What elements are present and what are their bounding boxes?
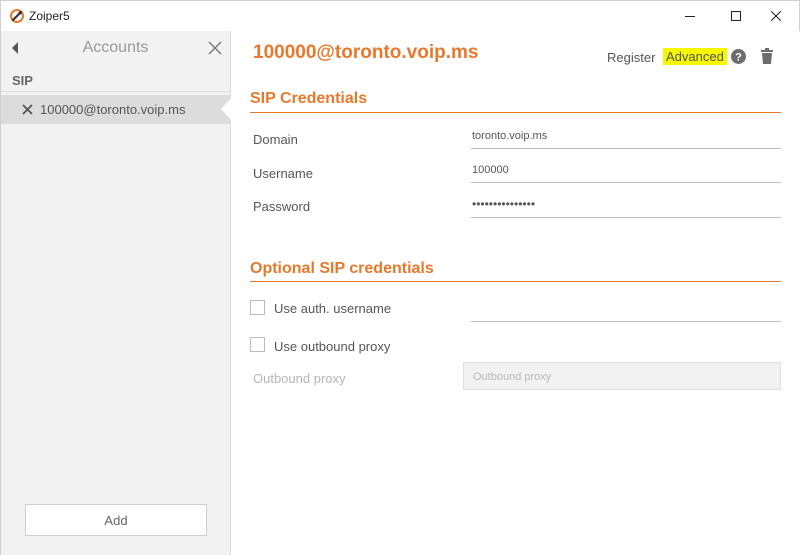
account-list-item[interactable]: 100000@toronto.voip.ms: [1, 95, 230, 124]
optional-credentials-heading: Optional SIP credentials: [250, 260, 434, 277]
sidebar-title: Accounts: [82, 39, 149, 56]
sidebar-header: Accounts: [1, 31, 230, 65]
sip-credentials-rule: [250, 112, 781, 113]
password-field[interactable]: •••••••••••••••: [471, 196, 781, 218]
use-auth-username-checkbox[interactable]: [250, 300, 265, 315]
account-title: 100000@toronto.voip.ms: [253, 42, 479, 63]
optional-credentials-rule: [250, 281, 781, 282]
password-label: Password: [253, 199, 311, 214]
close-button[interactable]: [753, 1, 799, 31]
use-outbound-proxy-checkbox[interactable]: [250, 337, 265, 352]
auth-username-field[interactable]: [471, 298, 781, 322]
sidebar-divider: [1, 91, 230, 92]
username-label: Username: [253, 166, 313, 181]
minimize-icon: [685, 16, 695, 17]
close-icon: [771, 11, 781, 21]
register-link[interactable]: Register: [607, 50, 655, 65]
use-auth-username-label[interactable]: Use auth. username: [274, 301, 391, 316]
account-item-label: 100000@toronto.voip.ms: [40, 102, 186, 117]
accounts-sidebar: Accounts SIP 100000@toronto.voip.ms Add: [1, 31, 231, 555]
maximize-icon: [731, 11, 741, 21]
window-title: Zoiper5: [29, 9, 70, 23]
svg-text:?: ?: [735, 52, 742, 64]
use-outbound-proxy-label[interactable]: Use outbound proxy: [274, 339, 390, 354]
remove-account-icon[interactable]: [22, 104, 33, 115]
username-field[interactable]: 100000: [471, 161, 781, 183]
close-sidebar-icon[interactable]: [207, 40, 223, 56]
help-icon[interactable]: ?: [731, 49, 746, 64]
trash-icon[interactable]: [761, 48, 773, 64]
zoiper-logo-icon: [10, 9, 24, 23]
add-account-button[interactable]: Add: [25, 504, 207, 536]
minimize-button[interactable]: [667, 1, 713, 31]
domain-field[interactable]: toronto.voip.ms: [471, 127, 781, 149]
sip-credentials-heading: SIP Credentials: [250, 90, 368, 107]
outbound-proxy-label: Outbound proxy: [253, 371, 346, 386]
advanced-link[interactable]: Advanced: [663, 48, 727, 65]
outbound-proxy-field: Outbound proxy: [463, 362, 781, 390]
domain-label: Domain: [253, 132, 298, 147]
sip-section-heading: SIP: [12, 73, 33, 88]
app-window: Zoiper5 Accounts SIP 100000@toronto.voip…: [0, 0, 800, 555]
account-settings-panel: 100000@toronto.voip.ms Register Advanced…: [231, 31, 800, 555]
title-bar: Zoiper5: [1, 1, 799, 31]
